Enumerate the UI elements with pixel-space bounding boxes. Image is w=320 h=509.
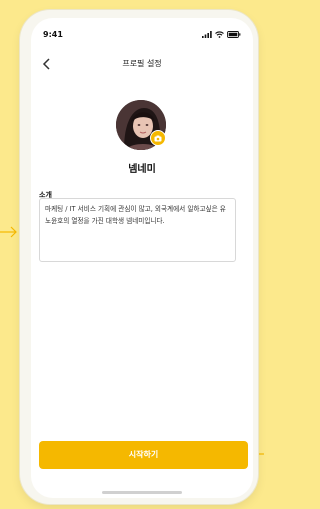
start-button[interactable]: 시작하기 — [39, 441, 248, 469]
status-bar: 9:41 — [31, 18, 253, 48]
guide-arrow-icon — [0, 226, 17, 238]
nav-bar: 프로필 설정 — [31, 54, 253, 76]
status-icons — [202, 31, 241, 38]
intro-textarea[interactable]: 마케팅 / IT 서비스 기획에 관심이 많고, 외국계에서 일하고싶은 유노윤… — [39, 198, 236, 262]
signal-icon — [202, 31, 212, 38]
phone-screen: 9:41 프로필 설정 넴네미 소개 마케팅 / IT 서비스 기획에 관심이 … — [31, 18, 253, 498]
status-time: 9:41 — [43, 30, 63, 39]
wifi-icon — [215, 31, 224, 38]
profile-avatar-area[interactable] — [116, 100, 166, 150]
page-title: 프로필 설정 — [122, 59, 162, 68]
battery-icon — [227, 31, 241, 38]
nickname: 넴네미 — [128, 164, 156, 175]
camera-icon[interactable] — [150, 130, 166, 146]
home-indicator — [102, 491, 182, 494]
